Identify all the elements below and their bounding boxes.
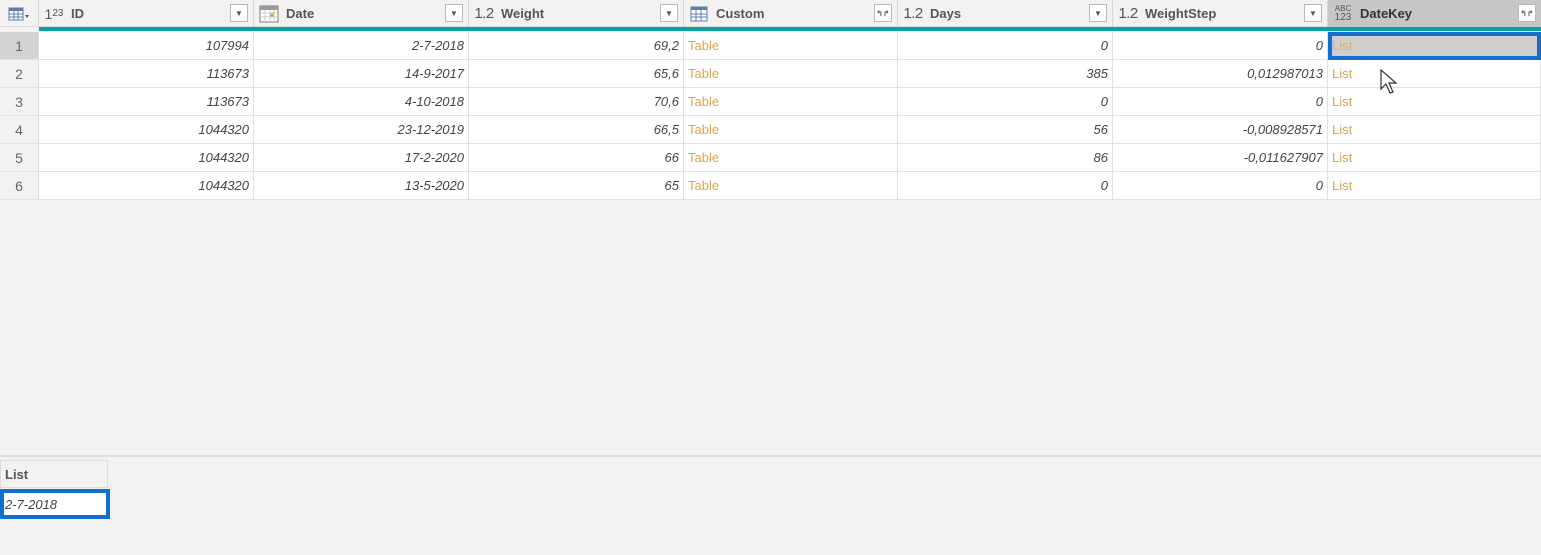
table-row: 2 113673 14-9-2017 65,6 Table 385 0,012987013 L… bbox=[0, 60, 1541, 88]
column-header-weightstep[interactable]: 1.2 WeightStep ▼ bbox=[1113, 0, 1328, 27]
cell-custom-table-link[interactable]: Table bbox=[684, 60, 898, 88]
cell-days[interactable]: 385 bbox=[898, 60, 1113, 88]
cell-days[interactable]: 0 bbox=[898, 32, 1113, 60]
row-number[interactable]: 4 bbox=[0, 116, 39, 144]
preview-value-cell[interactable]: 2-7-2018 bbox=[0, 489, 110, 519]
chevron-down-icon: ▼ bbox=[235, 8, 243, 18]
column-header-label: Custom bbox=[716, 6, 765, 21]
cell-id[interactable]: 1044320 bbox=[39, 116, 254, 144]
row-number[interactable]: 6 bbox=[0, 172, 39, 200]
cell-date[interactable]: 17-2-2020 bbox=[254, 144, 469, 172]
preview-header: List bbox=[0, 460, 108, 488]
cell-id[interactable]: 113673 bbox=[39, 60, 254, 88]
filter-dropdown-button[interactable]: ▼ bbox=[1089, 4, 1107, 22]
table-row: 4 1044320 23-12-2019 66,5 Table 56 -0,00892857… bbox=[0, 116, 1541, 144]
table-row: 1 107994 2-7-2018 69,2 Table 0 0 List bbox=[0, 32, 1541, 60]
cell-date[interactable]: 2-7-2018 bbox=[254, 32, 469, 60]
cell-id[interactable]: 1044320 bbox=[39, 144, 254, 172]
cell-id[interactable]: 107994 bbox=[39, 32, 254, 60]
filter-dropdown-button[interactable]: ▼ bbox=[230, 4, 248, 22]
table-row: 5 1044320 17-2-2020 66 Table 86 -0,011627907 Li… bbox=[0, 144, 1541, 172]
row-number[interactable]: 2 bbox=[0, 60, 39, 88]
filter-dropdown-button[interactable]: ▼ bbox=[1304, 4, 1322, 22]
cell-weightstep[interactable]: 0,012987013 bbox=[1113, 60, 1328, 88]
chevron-down-icon: ▼ bbox=[450, 8, 458, 18]
cell-custom-table-link[interactable]: Table bbox=[684, 116, 898, 144]
cell-date[interactable]: 14-9-2017 bbox=[254, 60, 469, 88]
cell-datekey-list-link[interactable]: List bbox=[1328, 32, 1541, 60]
column-header-label: Days bbox=[930, 6, 962, 21]
cell-days[interactable]: 86 bbox=[898, 144, 1113, 172]
cell-datekey-list-link[interactable]: List bbox=[1328, 116, 1541, 144]
cell-date[interactable]: 13-5-2020 bbox=[254, 172, 469, 200]
cell-days[interactable]: 0 bbox=[898, 172, 1113, 200]
preview-pane-divider[interactable] bbox=[0, 455, 1541, 457]
cell-weightstep[interactable]: -0,008928571 bbox=[1113, 116, 1328, 144]
decimal-type-icon[interactable]: 1.2 bbox=[902, 5, 924, 22]
table-row: 6 1044320 13-5-2020 65 Table 0 0 List bbox=[0, 172, 1541, 200]
table-menu-button[interactable] bbox=[0, 0, 39, 27]
cell-date[interactable]: 4-10-2018 bbox=[254, 88, 469, 116]
cell-datekey-list-link[interactable]: List bbox=[1328, 172, 1541, 200]
column-header-label: WeightStep bbox=[1145, 6, 1217, 21]
cell-date[interactable]: 23-12-2019 bbox=[254, 116, 469, 144]
chevron-down-icon: ▼ bbox=[1094, 8, 1102, 18]
cell-weightstep[interactable]: 0 bbox=[1113, 88, 1328, 116]
cell-id[interactable]: 1044320 bbox=[39, 172, 254, 200]
whole-number-type-icon[interactable]: 123 bbox=[43, 6, 65, 22]
column-header-label: Weight bbox=[501, 6, 545, 21]
column-header-label: ID bbox=[71, 6, 84, 21]
expand-column-button[interactable]: ↰↱ bbox=[874, 4, 892, 22]
cell-id[interactable]: 113673 bbox=[39, 88, 254, 116]
column-header-date[interactable]: Date ▼ bbox=[254, 0, 469, 27]
column-header-datekey[interactable]: ABC 123 DateKey ↰↱ bbox=[1328, 0, 1541, 27]
expand-arrows-icon: ↰↱ bbox=[876, 8, 890, 18]
column-header-label: DateKey bbox=[1360, 6, 1413, 21]
table-menu-icon bbox=[8, 7, 29, 20]
any-type-icon[interactable]: ABC 123 bbox=[1332, 4, 1354, 23]
cell-datekey-list-link[interactable]: List bbox=[1328, 60, 1541, 88]
row-number[interactable]: 3 bbox=[0, 88, 39, 116]
cell-weight[interactable]: 70,6 bbox=[469, 88, 684, 116]
calendar-type-icon[interactable] bbox=[258, 5, 280, 23]
column-header-days[interactable]: 1.2 Days ▼ bbox=[898, 0, 1113, 27]
column-header-custom[interactable]: Custom ↰↱ bbox=[684, 0, 898, 27]
decimal-type-icon[interactable]: 1.2 bbox=[1117, 5, 1139, 22]
cell-weightstep[interactable]: 0 bbox=[1113, 32, 1328, 60]
cell-weight[interactable]: 65 bbox=[469, 172, 684, 200]
cell-weight[interactable]: 66 bbox=[469, 144, 684, 172]
mouse-pointer-icon bbox=[1380, 69, 1398, 94]
filter-dropdown-button[interactable]: ▼ bbox=[445, 4, 463, 22]
cell-datekey-list-link[interactable]: List bbox=[1328, 144, 1541, 172]
row-number[interactable]: 1 bbox=[0, 32, 39, 60]
cell-datekey-list-link[interactable]: List bbox=[1328, 88, 1541, 116]
column-header-id[interactable]: 123 ID ▼ bbox=[39, 0, 254, 27]
row-number[interactable]: 5 bbox=[0, 144, 39, 172]
cell-weight[interactable]: 65,6 bbox=[469, 60, 684, 88]
cell-custom-table-link[interactable]: Table bbox=[684, 172, 898, 200]
column-header-row: 123 ID ▼ Date ▼ 1.2 Weight ▼ Custom ↰↱ 1… bbox=[0, 0, 1541, 27]
column-header-label: Date bbox=[286, 6, 315, 21]
expand-column-button[interactable]: ↰↱ bbox=[1518, 4, 1536, 22]
chevron-down-icon: ▼ bbox=[1309, 8, 1317, 18]
cell-custom-table-link[interactable]: Table bbox=[684, 32, 898, 60]
expand-arrows-icon: ↰↱ bbox=[1520, 8, 1534, 18]
cell-weight[interactable]: 66,5 bbox=[469, 116, 684, 144]
cell-weight[interactable]: 69,2 bbox=[469, 32, 684, 60]
filter-dropdown-button[interactable]: ▼ bbox=[660, 4, 678, 22]
cell-weightstep[interactable]: -0,011627907 bbox=[1113, 144, 1328, 172]
column-quality-bar bbox=[39, 27, 1541, 31]
cell-days[interactable]: 0 bbox=[898, 88, 1113, 116]
cell-weightstep[interactable]: 0 bbox=[1113, 172, 1328, 200]
chevron-down-icon: ▼ bbox=[665, 8, 673, 18]
decimal-type-icon[interactable]: 1.2 bbox=[473, 5, 495, 22]
cell-days[interactable]: 56 bbox=[898, 116, 1113, 144]
cell-custom-table-link[interactable]: Table bbox=[684, 88, 898, 116]
table-row: 3 113673 4-10-2018 70,6 Table 0 0 List bbox=[0, 88, 1541, 116]
table-type-icon[interactable] bbox=[688, 6, 710, 22]
cell-custom-table-link[interactable]: Table bbox=[684, 144, 898, 172]
column-header-weight[interactable]: 1.2 Weight ▼ bbox=[469, 0, 684, 27]
